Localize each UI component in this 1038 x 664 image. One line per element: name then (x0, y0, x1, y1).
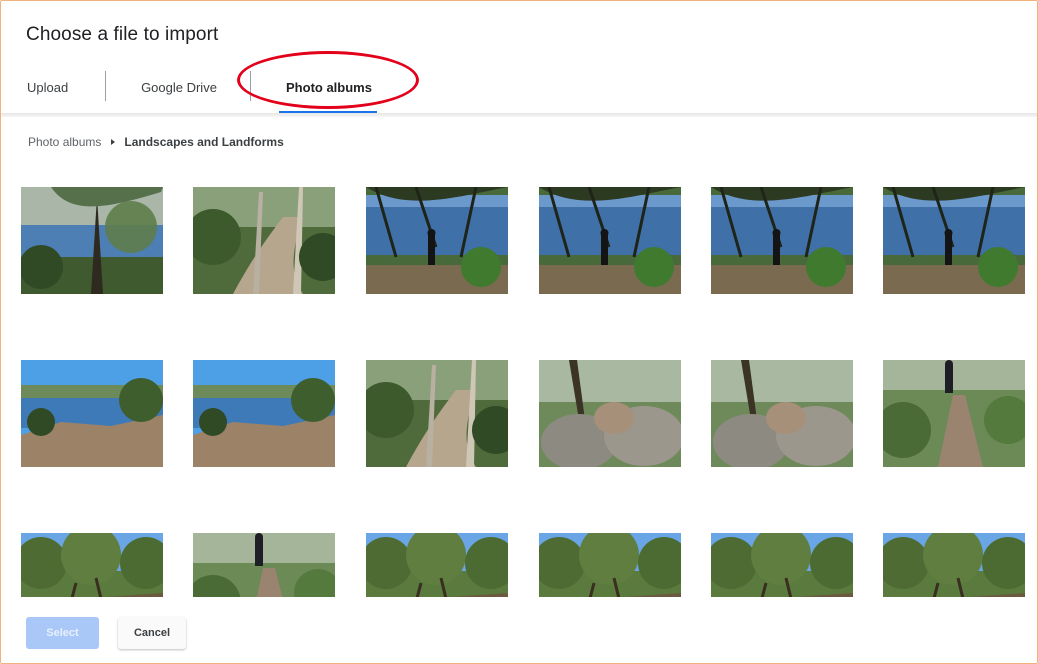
photo-thumbnail[interactable] (883, 360, 1025, 467)
photo-thumbnail[interactable] (366, 360, 508, 467)
photo-thumbnail[interactable] (193, 533, 335, 597)
photo-image (711, 187, 853, 294)
photo-image (539, 360, 681, 467)
breadcrumb-current: Landscapes and Landforms (124, 135, 284, 149)
tab-google-drive[interactable]: Google Drive (133, 73, 225, 103)
photo-image (21, 360, 163, 467)
photo-thumbnail[interactable] (711, 533, 853, 597)
tab-separator (250, 71, 251, 101)
photo-image (21, 187, 163, 294)
photo-image (366, 360, 508, 467)
photo-thumbnail[interactable] (193, 360, 335, 467)
photo-thumbnail[interactable] (366, 187, 508, 294)
photo-thumbnail[interactable] (883, 533, 1025, 597)
photo-thumbnail[interactable] (539, 360, 681, 467)
photo-image (539, 187, 681, 294)
cancel-button[interactable]: Cancel (118, 617, 186, 649)
photo-image (883, 187, 1025, 294)
photo-image (883, 533, 1025, 597)
tab-separator (105, 71, 106, 101)
photo-thumbnail[interactable] (711, 187, 853, 294)
photo-image (711, 533, 853, 597)
tab-photo-albums[interactable]: Photo albums (277, 73, 381, 103)
breadcrumb-chevron-icon (111, 139, 116, 145)
photo-thumbnail[interactable] (539, 533, 681, 597)
breadcrumb: Photo albums Landscapes and Landforms (28, 134, 284, 150)
photo-thumbnail[interactable] (21, 360, 163, 467)
header-divider (1, 113, 1037, 117)
photo-thumbnail[interactable] (21, 187, 163, 294)
photo-image (883, 360, 1025, 467)
photo-image (193, 187, 335, 294)
photo-thumbnail[interactable] (539, 187, 681, 294)
photo-thumbnail[interactable] (366, 533, 508, 597)
dialog-footer: Select Cancel (1, 597, 1037, 663)
photo-thumbnail[interactable] (21, 533, 163, 597)
tab-bar: Upload Google Drive Photo albums (1, 63, 1037, 113)
photo-image (193, 360, 335, 467)
breadcrumb-root-link[interactable]: Photo albums (28, 134, 101, 150)
photo-image (366, 533, 508, 597)
photo-image (21, 533, 163, 597)
import-dialog: Choose a file to import Upload Google Dr… (0, 0, 1038, 664)
photo-grid (21, 187, 1027, 597)
photo-image (711, 360, 853, 467)
photo-image (193, 533, 335, 597)
select-button[interactable]: Select (26, 617, 99, 649)
dialog-title: Choose a file to import (26, 24, 219, 45)
photo-image (366, 187, 508, 294)
photo-thumbnail[interactable] (711, 360, 853, 467)
photo-image (539, 533, 681, 597)
photo-thumbnail[interactable] (883, 187, 1025, 294)
photo-thumbnail[interactable] (193, 187, 335, 294)
tab-upload[interactable]: Upload (27, 73, 75, 103)
